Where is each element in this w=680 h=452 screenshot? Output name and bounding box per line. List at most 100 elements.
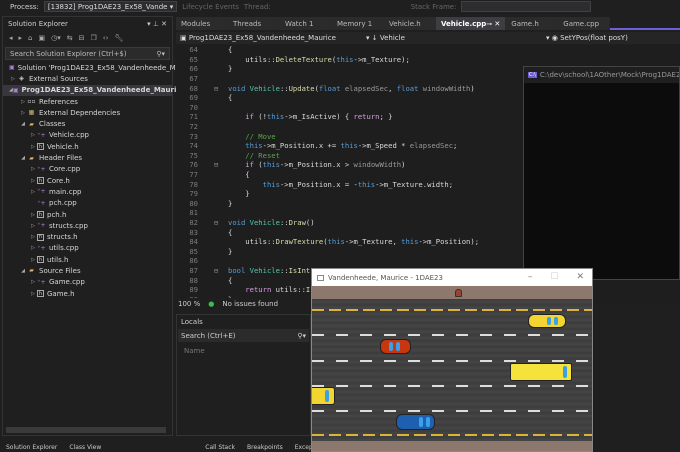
code-icon[interactable]: ‹› [103, 34, 109, 42]
header-file-icon: h [37, 233, 44, 241]
sync-icon[interactable]: ⇆ [67, 34, 73, 42]
tab-class-view[interactable]: Class View [69, 444, 101, 452]
expand-arrow-icon[interactable]: ▷ [29, 132, 37, 138]
code-token: { [228, 227, 233, 237]
solution-search-input[interactable]: Search Solution Explorer (Ctrl+$) ⚲▾ [5, 47, 170, 60]
collapse-icon[interactable]: ⊟ [79, 34, 85, 42]
lifecycle-events[interactable]: Lifecycle Events [182, 3, 239, 11]
maximize-button[interactable]: ☐ [550, 272, 558, 282]
tree-item[interactable]: ◢ ▰ Source Files [3, 265, 172, 276]
tab-solution-explorer[interactable]: Solution Explorer [6, 444, 57, 452]
tree-item[interactable]: ◢ ▣ Prog1DAE23_Ex58_Vandenheede_Maurice [3, 84, 185, 96]
minimize-button[interactable]: – [528, 272, 533, 282]
expand-arrow-icon[interactable]: ▷ [29, 144, 37, 150]
history-icon[interactable]: ◷▾ [51, 34, 61, 42]
expand-arrow-icon[interactable]: ▷ [29, 234, 37, 240]
header-file-icon: h [37, 177, 44, 185]
nav-project-dropdown[interactable]: ▣ Prog1DAE23_Ex58_Vandenheede_Maurice [176, 34, 366, 42]
console-window[interactable]: C:\C:\dev\school\1AOther\Mock\Prog1DAE23… [523, 66, 680, 280]
close-button[interactable]: ✕ [576, 272, 584, 282]
column-name[interactable]: Name [177, 343, 310, 359]
tab-breakpoints[interactable]: Breakpoints [247, 444, 283, 452]
pin-close-icon[interactable]: ⊸ ✕ [486, 20, 500, 28]
tree-item[interactable]: ⁺+ pch.cpp [3, 198, 172, 209]
locals-search-input[interactable]: Search (Ctrl+E) ⚲▾ [178, 329, 309, 342]
tree-item[interactable]: ▷ h Vehicle.h [3, 141, 172, 152]
tab-vehicle-cpp[interactable]: Vehicle.cpp ⊸ ✕ [436, 17, 507, 30]
wrench-icon[interactable]: 🔧︎ [114, 34, 123, 42]
tab-label: Game.h [511, 19, 539, 28]
console-title: C:\dev\school\1AOther\Mock\Prog1DAE23_Ex… [539, 71, 679, 79]
tree-item[interactable]: ▷ h Core.h [3, 175, 172, 186]
game-window[interactable]: Vandenheede, Maurice - 1DAE23 – ☐ ✕ [311, 268, 593, 452]
tab-vehicle-h[interactable]: Vehicle.h [384, 17, 436, 30]
code-token: windowWidth [422, 83, 471, 93]
tree-item-label: structs.cpp [49, 221, 88, 230]
tree-item[interactable]: ▷ ◈ External Sources [3, 73, 172, 84]
fold-icon[interactable]: ⊟ [214, 218, 228, 227]
zoom-level[interactable]: 100 % [178, 300, 200, 308]
show-all-icon[interactable]: ❐ [90, 34, 96, 42]
tab-threads[interactable]: Threads [228, 17, 280, 30]
tree-item[interactable]: ▷ ▫▫ References [3, 96, 172, 107]
stack-frame-dropdown[interactable] [461, 1, 592, 12]
tree-item[interactable]: ▷ ⁺+ Vehicle.cpp [3, 130, 172, 141]
expand-arrow-icon[interactable]: ▷ [29, 178, 37, 184]
tree-item[interactable]: ◢ ▰ Header Files [3, 152, 172, 163]
tree-item[interactable]: ▷ ⁺+ Core.cpp [3, 164, 172, 175]
expand-arrow-icon[interactable]: ▷ [9, 76, 17, 82]
expand-arrow-icon[interactable]: ▷ [29, 223, 37, 229]
code-token: Update [288, 83, 315, 93]
fold-icon[interactable]: ⊟ [214, 84, 228, 93]
tab-game-cpp[interactable]: Game.cpp [558, 17, 611, 30]
nav-member: SetYPos(float posY) [560, 34, 628, 42]
forward-icon[interactable]: ▸ [19, 34, 23, 42]
tab-game-h[interactable]: Game.h [506, 17, 559, 30]
expand-arrow-icon[interactable]: ◢ [19, 155, 27, 161]
tab-call-stack[interactable]: Call Stack [205, 444, 235, 452]
expand-arrow-icon[interactable]: ▷ [29, 189, 37, 195]
expand-arrow-icon[interactable]: ▷ [29, 212, 37, 218]
tree-item[interactable]: ▷ h utils.h [3, 254, 172, 265]
issues-status[interactable]: No issues found [222, 300, 278, 308]
expand-arrow-icon[interactable]: ▷ [29, 257, 37, 263]
tab-memory-1[interactable]: Memory 1 [332, 17, 384, 30]
nav-member-dropdown[interactable]: ▾ ◉ SetYPos(float posY) [546, 34, 628, 42]
tree-item[interactable]: ▷ h Game.h [3, 288, 172, 299]
expand-arrow-icon[interactable]: ◢ [19, 121, 27, 127]
back-icon[interactable]: ◂ [9, 34, 13, 42]
tree-item[interactable]: ▷ ⁺+ utils.cpp [3, 243, 172, 254]
folder-icon: ▰ [29, 154, 34, 162]
tree-item[interactable]: ▷ ▦ External Dependencies [3, 107, 172, 118]
expand-arrow-icon[interactable]: ▷ [19, 110, 27, 116]
debug-toolbar: Process: [13832] Prog1DAE23_Ex58_Vande ▾… [0, 0, 680, 13]
tree-item-label: pch.h [47, 210, 67, 219]
process-dropdown[interactable]: [13832] Prog1DAE23_Ex58_Vande ▾ [43, 1, 178, 12]
home-icon[interactable]: ⌂ [28, 34, 32, 42]
expand-arrow-icon[interactable]: ▷ [29, 279, 37, 285]
expand-arrow-icon[interactable]: ▷ [29, 245, 37, 251]
tree-item[interactable]: ▷ ⁺+ Game.cpp [3, 277, 172, 288]
expand-arrow-icon[interactable]: ◢ [19, 268, 27, 274]
tree-item[interactable]: ▷ h structs.h [3, 231, 172, 242]
fold-icon[interactable]: ⊟ [214, 266, 228, 275]
nav-class-dropdown[interactable]: ▾ ↓ Vehicle [366, 34, 546, 42]
tree-item[interactable]: ◢ ▰ Classes [3, 118, 172, 129]
expand-arrow-icon[interactable]: ▷ [19, 99, 27, 105]
tree-item[interactable]: ▷ ⁺+ main.cpp [3, 186, 172, 197]
expand-arrow-icon[interactable]: ▷ [29, 291, 37, 297]
tree-item[interactable]: ▷ ⁺+ structs.cpp [3, 220, 172, 231]
tab-modules[interactable]: Modules [176, 17, 228, 30]
horizontal-scrollbar[interactable] [6, 427, 166, 433]
tree-item[interactable]: ▣ Solution 'Prog1DAE23_Ex58_Vandenheede_M… [3, 62, 193, 73]
tree-item[interactable]: ▷ h pch.h [3, 209, 172, 220]
panel-controls[interactable]: ▾ ⊥ ✕ [147, 20, 167, 28]
search-icon[interactable]: ⚲▾ [297, 332, 306, 340]
tab-watch-1[interactable]: Watch 1 [280, 17, 332, 30]
code-token: ->m_Speed * [357, 141, 410, 151]
switch-view-icon[interactable]: ▣ [38, 34, 45, 42]
search-icon[interactable]: ⚲▾ [156, 50, 165, 58]
code-token: Draw [288, 217, 306, 227]
expand-arrow-icon[interactable]: ▷ [29, 166, 37, 172]
fold-icon[interactable]: ⊟ [214, 160, 228, 169]
